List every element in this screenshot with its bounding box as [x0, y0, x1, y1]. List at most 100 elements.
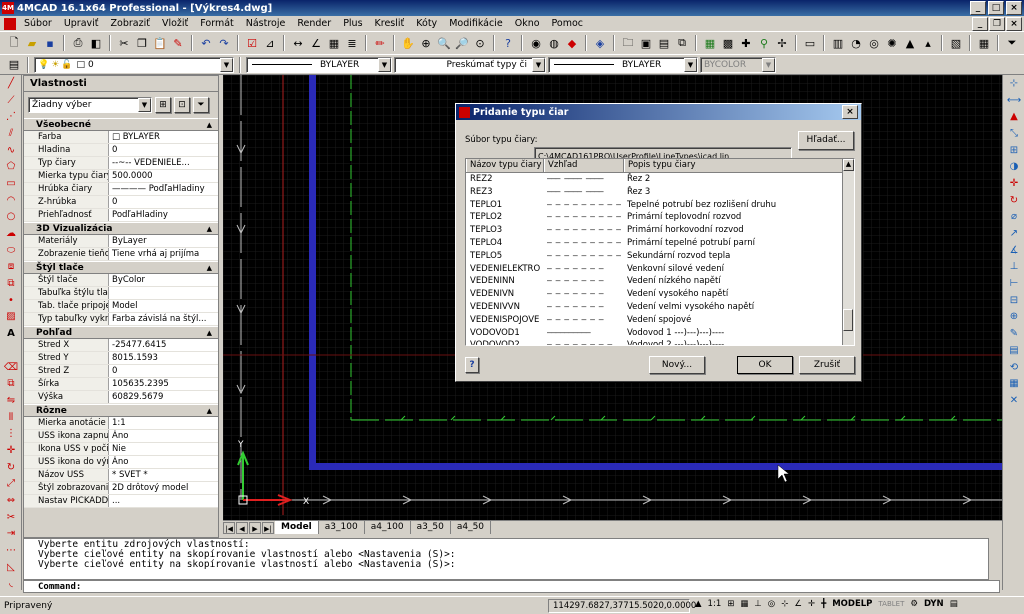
spline-icon[interactable]: ∿	[0, 142, 22, 159]
property-value[interactable]: 0	[109, 365, 218, 377]
center-mark-icon[interactable]: ⊕	[1003, 309, 1024, 326]
polar-icon[interactable]: ◎	[768, 599, 775, 609]
property-value[interactable]: Áno	[109, 456, 218, 468]
area-icon[interactable]: ▦	[326, 35, 342, 51]
property-value[interactable]: Áno	[109, 430, 218, 442]
scroll-up-icon[interactable]: ▲	[843, 159, 854, 171]
property-value[interactable]: PodľaHladiny	[109, 209, 218, 221]
browse-button[interactable]: Hľadať...	[798, 131, 854, 150]
list-item[interactable]: REZ2 ——— ———— ———— Řez 2	[466, 173, 854, 186]
dim-style-icon[interactable]: ▦	[1003, 375, 1024, 392]
first-tab-icon[interactable]: |◀	[223, 521, 235, 534]
tablet-toggle[interactable]: TABLET	[878, 600, 904, 608]
list-item[interactable]: VEDENINN — — — — — — — Vedení nízkého napě…	[466, 275, 854, 288]
list-item[interactable]: TEPLO3 — — — — — — — — — Primární horkovod…	[466, 224, 854, 237]
property-row[interactable]: USS ikona do výrezuÁno	[24, 456, 218, 469]
zoom-previous-icon[interactable]: 🔎	[454, 35, 470, 51]
zoom-realtime-icon[interactable]: 🔍	[436, 35, 452, 51]
property-group-header[interactable]: 3D Vizualizácia ▲	[24, 222, 218, 235]
dialog-close-button[interactable]: ×	[842, 105, 858, 119]
dimension-icon[interactable]: ⊿	[262, 35, 278, 51]
property-value[interactable]: ———— PodľaHladiny	[109, 183, 218, 195]
array-icon[interactable]: ⋮	[0, 425, 22, 442]
property-value[interactable]: --~-- VEDENIELE...	[109, 157, 218, 169]
cut-icon[interactable]: ✂	[116, 35, 132, 51]
menu-dimensions[interactable]: Kóty	[410, 18, 443, 29]
linetype-combo[interactable]: Preskúmať typy či ▼	[394, 56, 546, 73]
property-row[interactable]: Z-hrúbka 0	[24, 196, 218, 209]
property-value[interactable]: * SVET *	[109, 469, 218, 481]
polygon-icon[interactable]: ⬠	[0, 158, 22, 175]
table-icon[interactable]: ▦	[702, 35, 718, 51]
list-item[interactable]: TEPLO4 — — — — — — — — — Primární tepelné …	[466, 237, 854, 250]
tray-icon[interactable]: ▤	[950, 599, 958, 609]
property-row[interactable]: Mierka typu čiary 500.0000	[24, 170, 218, 183]
baseline-icon[interactable]: ⊥	[1003, 259, 1024, 276]
move-icon[interactable]: ✛	[0, 442, 22, 459]
arc-icon[interactable]: ◠	[0, 192, 22, 209]
layer-combo[interactable]: 💡 ☀ 🔓 □ 0 ▼	[34, 56, 234, 73]
styles-icon[interactable]: ▤	[656, 35, 672, 51]
doc-close-button[interactable]: ×	[1006, 17, 1022, 31]
column-description[interactable]: Popis typu čiary	[624, 159, 854, 172]
filter-icon[interactable]: ⏷	[193, 97, 209, 113]
otrack-icon[interactable]: ∠	[794, 599, 802, 609]
lweight-icon[interactable]: ✛	[808, 599, 815, 609]
point-icon[interactable]: •	[0, 292, 22, 309]
property-value[interactable]: □ BYLAYER	[109, 131, 218, 143]
menu-tools[interactable]: Nástroje	[240, 18, 292, 29]
property-row[interactable]: Stred Y 8015.1593	[24, 352, 218, 365]
settings-icon[interactable]: ⚙	[910, 599, 918, 609]
distance-icon[interactable]: ↔	[290, 35, 306, 51]
chamfer-icon[interactable]: ◺	[0, 559, 22, 576]
property-value[interactable]: 105635.2395	[109, 378, 218, 390]
erase-icon[interactable]: ⌫	[0, 359, 22, 376]
image-icon[interactable]: ▩	[720, 35, 736, 51]
command-scrollbar[interactable]	[988, 538, 1000, 580]
angular-dim-icon[interactable]: ∡	[1003, 242, 1024, 259]
menu-view[interactable]: Zobraziť	[105, 18, 156, 29]
annotation-scale[interactable]: 1:1	[708, 599, 722, 609]
polyline-icon[interactable]: ⋰	[0, 108, 22, 125]
property-value[interactable]: 0	[109, 144, 218, 156]
osnap-status-icon[interactable]: ⊹	[781, 599, 788, 609]
property-row[interactable]: USS ikona zapnutáÁno	[24, 430, 218, 443]
property-value[interactable]: 1:1	[109, 417, 218, 429]
list-item[interactable]: TEPLO5 — — — — — — — — — Sekundární rozvod…	[466, 250, 854, 263]
extend-icon[interactable]: ⇥	[0, 526, 22, 543]
command-input[interactable]: Command:	[23, 580, 1000, 593]
annotation-scale-icon[interactable]: ▲	[695, 599, 702, 609]
list-item[interactable]: TEPLO1 — — — — — — — — — Tepelné potrubí b…	[466, 199, 854, 212]
help-button[interactable]: ?	[465, 357, 479, 373]
ordinate-icon[interactable]: ⊞	[1003, 142, 1024, 159]
help-icon[interactable]: ?	[500, 35, 516, 51]
list-item[interactable]: VODOVOD1 —————————— Vodovod 1 ---)---)---)…	[466, 327, 854, 340]
list-item[interactable]: VEDENIELEKTRO — — — — — — — Venkovní silov…	[466, 263, 854, 276]
extra-tool-icon[interactable]: ✕	[1003, 392, 1024, 409]
match-properties-icon[interactable]: ✎	[170, 35, 186, 51]
tab-a4-100[interactable]: a4_100	[365, 521, 411, 534]
camera-icon[interactable]: ◔	[848, 35, 864, 51]
menu-plus[interactable]: Plus	[337, 18, 368, 29]
collapse-icon[interactable]: ▲	[207, 223, 212, 236]
property-group-header[interactable]: Štýl tlače ▲	[24, 261, 218, 274]
list-item[interactable]: VEDENIVN — — — — — — — Vedení vysokého nap…	[466, 288, 854, 301]
column-name[interactable]: Názov typu čiary	[466, 159, 544, 172]
tolerance-icon[interactable]: ⊟	[1003, 292, 1024, 309]
mirror-icon[interactable]: ⇋	[0, 392, 22, 409]
menu-render[interactable]: Render	[291, 18, 337, 29]
blocks-icon[interactable]: ▣	[638, 35, 654, 51]
property-value[interactable]: -25477.6415	[109, 339, 218, 351]
layer-icon[interactable]: ◈	[592, 35, 608, 51]
angle-icon[interactable]: ∠	[308, 35, 324, 51]
collapse-icon[interactable]: ▲	[207, 262, 212, 275]
diameter-icon[interactable]: ⌀	[1003, 209, 1024, 226]
save-icon[interactable]: ▪	[42, 35, 58, 51]
circle-icon[interactable]: ○	[0, 209, 22, 226]
menu-draw[interactable]: Kresliť	[369, 18, 411, 29]
insert-block-icon[interactable]: ⧈	[0, 259, 22, 276]
property-value[interactable]: 2D drôtový model	[109, 482, 218, 494]
selection-combo[interactable]: Žiadny výber ▼	[28, 97, 152, 113]
property-row[interactable]: Hrúbka čiary ———— PodľaHladiny	[24, 183, 218, 196]
menu-edit[interactable]: Upraviť	[58, 18, 105, 29]
